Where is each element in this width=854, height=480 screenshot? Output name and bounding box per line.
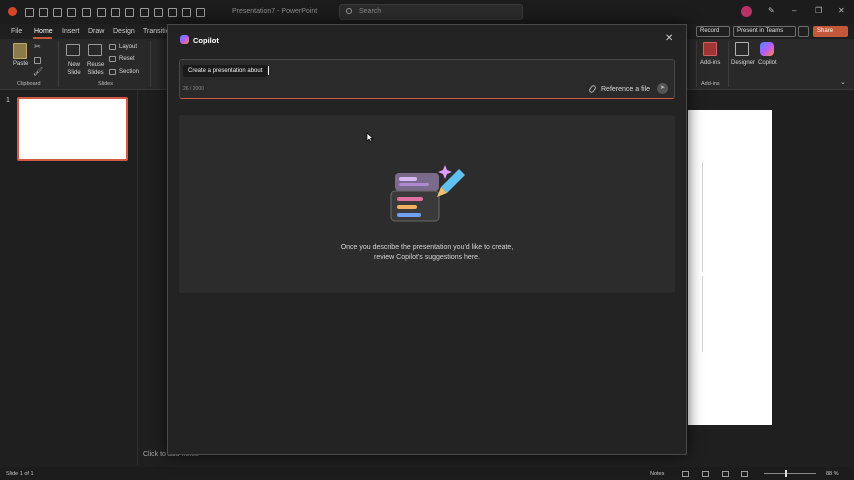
reuse-slides-icon[interactable] (88, 44, 102, 56)
record-label: Record (700, 28, 720, 34)
arrange-icon[interactable] (154, 8, 163, 17)
slide-counter: Slide 1 of 1 (6, 471, 34, 477)
group-divider (728, 41, 729, 87)
layout-icon (109, 44, 116, 50)
copy-icon[interactable] (34, 57, 41, 64)
format-painter-icon[interactable]: 🖌 (33, 67, 43, 76)
picture-icon[interactable] (196, 8, 205, 17)
paste-icon[interactable] (13, 43, 27, 59)
tab-file[interactable]: File (11, 28, 22, 35)
slides-group-label: Slides (98, 81, 113, 87)
tab-transitions[interactable]: Transitio (143, 28, 170, 35)
chevron-down-icon[interactable]: ⌄ (840, 78, 846, 86)
bullets-icon[interactable] (111, 8, 120, 17)
shape-icon[interactable] (97, 8, 106, 17)
font-color-icon[interactable] (125, 8, 134, 17)
zoom-level[interactable]: 88 % (826, 471, 839, 477)
empty-state-line: Once you describe the presentation you'd… (340, 244, 514, 251)
cut-icon[interactable]: ✂ (34, 42, 41, 51)
section-button[interactable]: Section (119, 69, 139, 75)
mouse-pointer-icon (366, 132, 374, 143)
slide-thumbnail[interactable] (17, 97, 128, 161)
group-divider (696, 41, 697, 87)
avatar[interactable] (741, 6, 752, 17)
reset-icon (109, 56, 116, 62)
new-slide-icon[interactable] (66, 44, 80, 56)
tab-draw[interactable]: Draw (88, 28, 104, 35)
presentation-illustration-icon (390, 165, 465, 222)
copilot-icon[interactable] (760, 42, 774, 56)
character-count: 26 / 2000 (183, 86, 204, 92)
send-button[interactable]: ➤ (657, 83, 668, 94)
group-divider (150, 41, 151, 87)
slide-sorter-icon[interactable] (702, 471, 709, 477)
copilot-label[interactable]: Copilot (758, 60, 777, 66)
close-icon[interactable]: ✕ (665, 33, 673, 44)
document-title: Presentation7 - PowerPoint (232, 8, 318, 15)
empty-state-message: Once you describe the presentation you'd… (179, 243, 675, 263)
new-slide-label[interactable]: New Slide (67, 61, 81, 77)
reading-view-icon[interactable] (722, 471, 729, 477)
zoom-slider[interactable] (764, 473, 816, 474)
share-button[interactable]: Share (813, 26, 848, 37)
minimize-button[interactable]: – (792, 6, 796, 15)
add-ins-icon[interactable] (703, 42, 717, 56)
slide-number: 1 (6, 97, 10, 104)
notes-button[interactable]: Notes (650, 471, 664, 477)
record-button[interactable]: Record (696, 26, 730, 37)
zoom-slider-thumb[interactable] (785, 470, 787, 477)
share-label: Share (817, 28, 834, 34)
designer-icon[interactable] (735, 42, 749, 56)
chart-icon[interactable] (168, 8, 177, 17)
designer-label[interactable]: Designer (731, 60, 755, 66)
comments-icon[interactable] (798, 26, 809, 37)
table-icon[interactable] (182, 8, 191, 17)
powerpoint-logo-icon (8, 7, 17, 16)
tab-insert[interactable]: Insert (62, 28, 80, 35)
add-ins-label[interactable]: Add-ins (700, 60, 720, 66)
slideshow-icon[interactable] (741, 471, 748, 477)
search-placeholder: Search (359, 8, 382, 15)
undo-icon[interactable] (53, 8, 62, 17)
search-icon (346, 8, 352, 14)
format-icon[interactable] (82, 8, 91, 17)
save-icon[interactable] (39, 8, 48, 17)
reset-button[interactable]: Reset (119, 56, 135, 62)
paste-label[interactable]: Paste (13, 61, 28, 67)
present-in-teams-label: Present in Teams (737, 28, 784, 34)
restore-button[interactable]: ❐ (815, 6, 822, 15)
tab-design[interactable]: Design (113, 28, 135, 35)
align-icon[interactable] (140, 8, 149, 17)
copilot-logo-icon (180, 35, 189, 44)
section-icon (109, 69, 116, 75)
group-divider (58, 41, 59, 87)
placeholder-border (702, 162, 703, 272)
redo-icon[interactable] (67, 8, 76, 17)
present-in-teams-button[interactable]: Present in Teams (733, 26, 796, 37)
layout-button[interactable]: Layout (119, 44, 137, 50)
text-caret (268, 66, 269, 75)
autosave-icon[interactable] (25, 8, 34, 17)
reuse-slides-label[interactable]: Reuse Slides (87, 61, 104, 77)
tab-home[interactable]: Home (34, 28, 53, 35)
add-ins-group-label: Add-ins (701, 81, 720, 87)
close-window-button[interactable]: ✕ (838, 6, 845, 15)
placeholder-border (702, 276, 703, 352)
normal-view-icon[interactable] (682, 471, 689, 477)
clipboard-group-label: Clipboard (17, 81, 41, 87)
dialog-title: Copilot (193, 36, 219, 45)
reference-file-button[interactable]: Reference a file (601, 86, 650, 93)
slide-canvas[interactable] (688, 110, 772, 425)
pen-icon[interactable]: ✎ (768, 6, 775, 15)
empty-state-line: review Copilot's suggestions here. (373, 254, 480, 261)
prompt-starter-chip[interactable]: Create a presentation about (183, 65, 267, 77)
